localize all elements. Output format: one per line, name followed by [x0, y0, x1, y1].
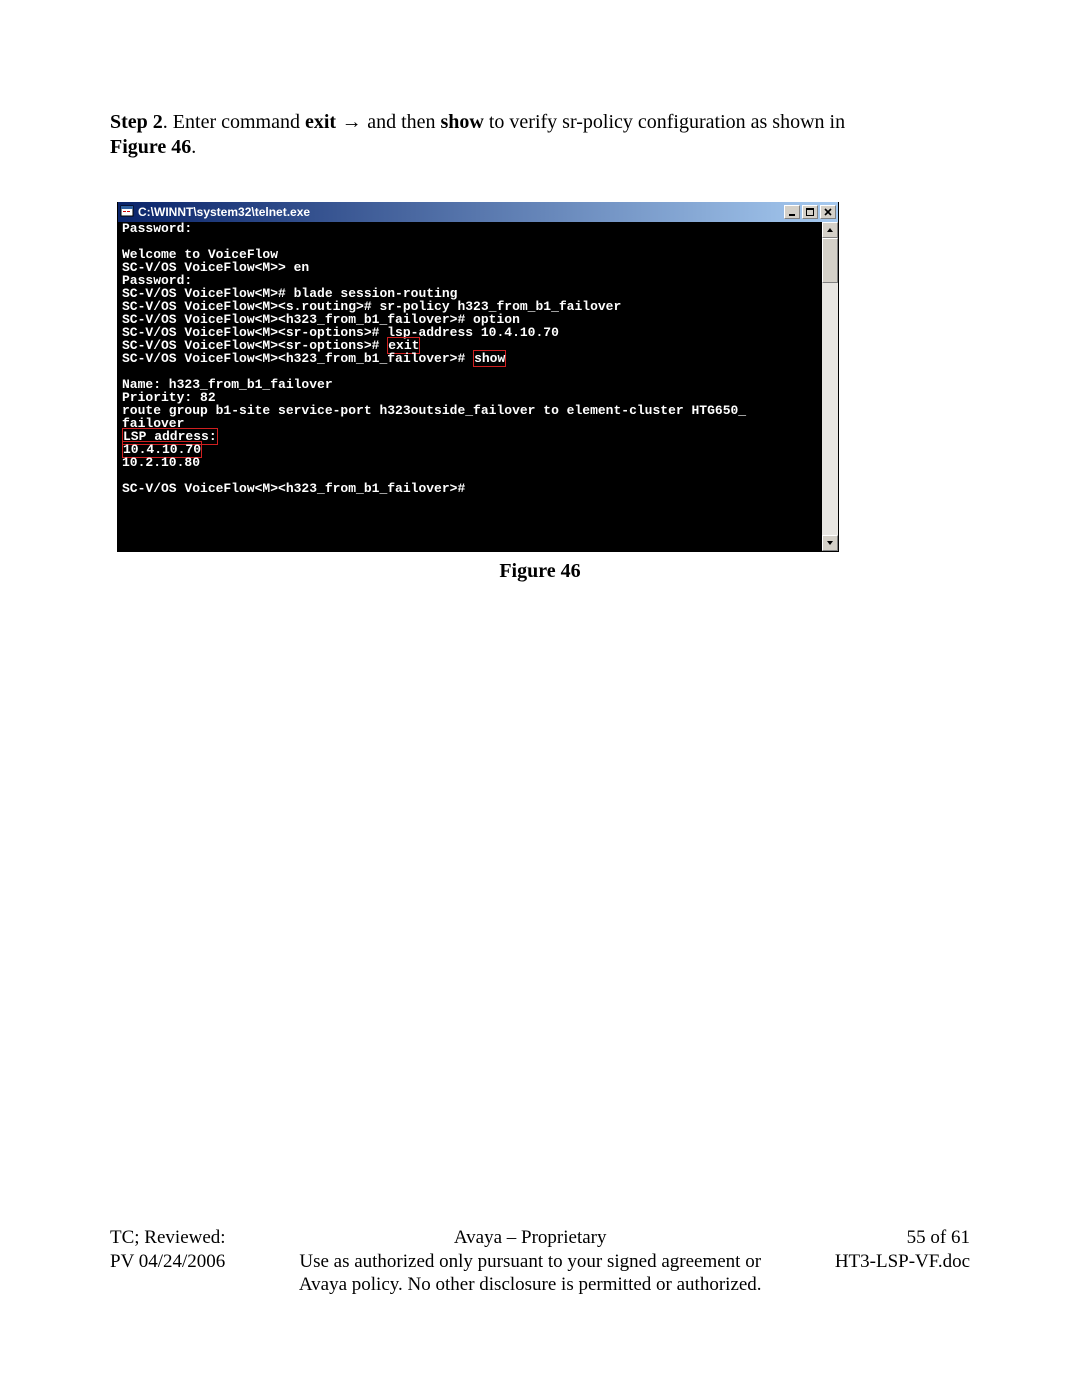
footer-right: 55 of 61 HT3-LSP-VF.doc	[835, 1226, 970, 1297]
footer-center: Avaya – Proprietary Use as authorized on…	[226, 1226, 835, 1297]
step-cmd-show: show	[441, 111, 484, 133]
maximize-button[interactable]	[802, 205, 818, 219]
scrollbar-track[interactable]	[822, 238, 838, 535]
footer-legal-1: Use as authorized only pursuant to your …	[226, 1250, 835, 1274]
figure-caption: Figure 46	[110, 560, 970, 583]
term-line: SC-V/OS VoiceFlow<M><h323_from_b1_failov…	[122, 351, 473, 366]
close-button[interactable]	[820, 205, 836, 219]
step-instruction: Step 2. Enter command exit → and then sh…	[110, 110, 970, 160]
footer-proprietary: Avaya – Proprietary	[226, 1226, 835, 1250]
window-titlebar: C:\WINNT\system32\telnet.exe	[118, 202, 838, 222]
footer-page-number: 55 of 61	[835, 1226, 970, 1250]
step-number: Step 2	[110, 111, 163, 133]
highlight-show: show	[473, 350, 506, 367]
terminal-output: Password: Welcome to VoiceFlow SC-V/OS V…	[118, 222, 822, 551]
step-cmd-exit: exit	[305, 111, 336, 133]
app-icon	[120, 205, 134, 219]
footer-left: TC; Reviewed: PV 04/24/2006	[110, 1226, 226, 1297]
step-dot: .	[191, 136, 196, 158]
footer-reviewed: TC; Reviewed:	[110, 1226, 226, 1250]
term-line: Password:	[122, 222, 192, 236]
step-text-2: and then	[367, 111, 440, 133]
window-title: C:\WINNT\system32\telnet.exe	[138, 205, 784, 219]
step-text-3: to verify sr-policy configuration as sho…	[484, 111, 845, 133]
vertical-scrollbar[interactable]	[822, 222, 838, 551]
page-footer: TC; Reviewed: PV 04/24/2006 Avaya – Prop…	[110, 1226, 970, 1297]
footer-legal-2: Avaya policy. No other disclosure is per…	[226, 1273, 835, 1297]
telnet-window: C:\WINNT\system32\telnet.exe Password: W…	[117, 202, 839, 552]
term-line: 10.2.10.80	[122, 455, 200, 470]
scroll-up-button[interactable]	[822, 222, 838, 238]
footer-filename: HT3-LSP-VF.doc	[835, 1250, 970, 1274]
scroll-down-button[interactable]	[822, 535, 838, 551]
step-text-1: . Enter command	[163, 111, 305, 133]
term-line: route group b1-site service-port h323out…	[122, 403, 746, 418]
minimize-button[interactable]	[784, 205, 800, 219]
arrow-icon: →	[336, 111, 367, 133]
scrollbar-thumb[interactable]	[822, 238, 838, 283]
footer-date: PV 04/24/2006	[110, 1250, 226, 1274]
term-line: SC-V/OS VoiceFlow<M><h323_from_b1_failov…	[122, 481, 465, 496]
step-figref: Figure 46	[110, 136, 191, 158]
